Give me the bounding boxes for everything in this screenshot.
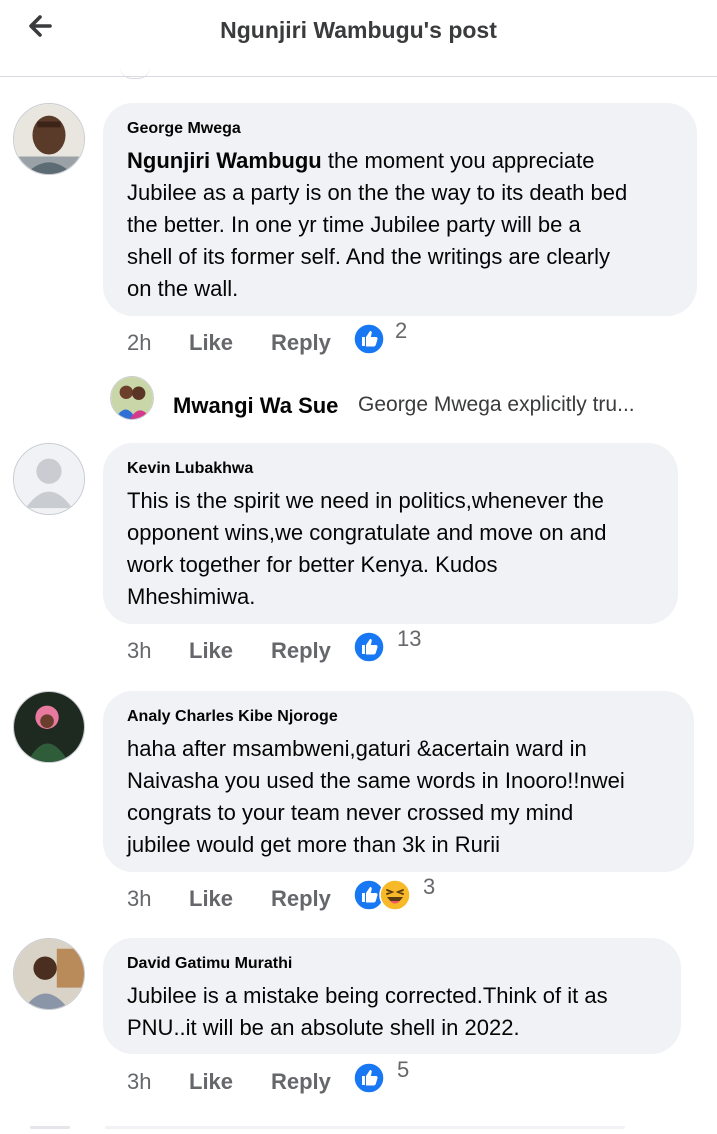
reaction-count: 5 <box>397 1057 410 1082</box>
comment-line: Jubilee as a party is on the the way to … <box>127 180 628 205</box>
comment-line: Mheshimiwa. <box>127 584 256 609</box>
comment-author[interactable]: George Mwega <box>127 120 241 138</box>
post-header: Ngunjiri Wambugu's post <box>0 0 717 79</box>
previous-comment-hint <box>120 66 150 79</box>
next-comment-hint <box>0 1116 717 1129</box>
comment-bubble: Kevin Lubakhwa This is the spirit we nee… <box>103 443 678 624</box>
like-reaction-icon <box>353 631 385 663</box>
like-reaction-icon <box>353 1062 385 1094</box>
like-button[interactable]: Like <box>189 886 233 912</box>
page-title: Ngunjiri Wambugu's post <box>220 17 497 43</box>
comment-line: work together for better Kenya. Kudos <box>127 552 498 577</box>
comment-line: PNU..it will be an absolute shell in 202… <box>127 1015 520 1040</box>
comment-author[interactable]: Kevin Lubakhwa <box>127 460 253 478</box>
comment-line: the better. In one yr time Jubilee party… <box>127 212 581 237</box>
avatar[interactable] <box>13 691 85 763</box>
reply-button[interactable]: Reply <box>271 638 331 664</box>
comment-line: on the wall. <box>127 276 239 301</box>
comment-text: Jubilee is a mistake being corrected.Thi… <box>127 980 608 1044</box>
comment-line: Jubilee is a mistake being corrected.Thi… <box>127 983 608 1008</box>
comment-line: congrats to your team never crossed my m… <box>127 800 574 825</box>
like-button[interactable]: Like <box>189 1069 233 1095</box>
reply-author[interactable]: Mwangi Wa Sue <box>173 393 338 419</box>
comment-line: jubilee would get more than 3k in Rurii <box>127 832 500 857</box>
avatar[interactable] <box>110 376 154 420</box>
reply-button[interactable]: Reply <box>271 330 331 356</box>
comment-time[interactable]: 3h <box>127 886 151 912</box>
reaction-count: 2 <box>395 318 408 343</box>
comment-text: Ngunjiri Wambugu the moment you apprecia… <box>127 145 627 305</box>
reply-text: George Mwega explicitly tru... <box>358 393 635 416</box>
comment-text: haha after msambweni,gaturi &acertain wa… <box>127 733 625 861</box>
comment-line: haha after msambweni,gaturi &acertain wa… <box>127 736 587 761</box>
reply-button[interactable]: Reply <box>271 886 331 912</box>
comment-time[interactable]: 2h <box>127 330 151 356</box>
like-button[interactable]: Like <box>189 638 233 664</box>
avatar[interactable] <box>13 103 85 175</box>
avatar[interactable] <box>13 443 85 515</box>
reply-button[interactable]: Reply <box>271 1069 331 1095</box>
like-button[interactable]: Like <box>189 330 233 356</box>
comment-text: This is the spirit we need in politics,w… <box>127 485 606 613</box>
comment-bubble: George Mwega Ngunjiri Wambugu the moment… <box>103 103 697 316</box>
comment-line: Naivasha you used the same words in Inoo… <box>127 768 625 793</box>
reply-preview[interactable]: Mwangi Wa Sue George Mwega explicitly tr… <box>110 376 690 420</box>
mention-link[interactable]: Ngunjiri Wambugu <box>127 148 322 173</box>
comment-line: This is the spirit we need in politics,w… <box>127 488 604 513</box>
like-reaction-icon <box>353 323 385 355</box>
comment-line: the moment you appreciate <box>321 148 595 173</box>
haha-reaction-icon <box>379 879 411 911</box>
comment-time[interactable]: 3h <box>127 638 151 664</box>
comment-line: opponent wins,we congratulate and move o… <box>127 520 607 545</box>
comment-author[interactable]: David Gatimu Murathi <box>127 955 292 973</box>
comment-author[interactable]: Analy Charles Kibe Njoroge <box>127 708 338 726</box>
comment-line: shell of its former self. And the writin… <box>127 244 610 269</box>
comment-bubble: Analy Charles Kibe Njoroge haha after ms… <box>103 691 694 872</box>
comment-time[interactable]: 3h <box>127 1069 151 1095</box>
comment-bubble: David Gatimu Murathi Jubilee is a mistak… <box>103 938 681 1054</box>
reaction-count: 3 <box>423 874 436 899</box>
reaction-count: 13 <box>397 626 422 651</box>
avatar[interactable] <box>13 938 85 1010</box>
